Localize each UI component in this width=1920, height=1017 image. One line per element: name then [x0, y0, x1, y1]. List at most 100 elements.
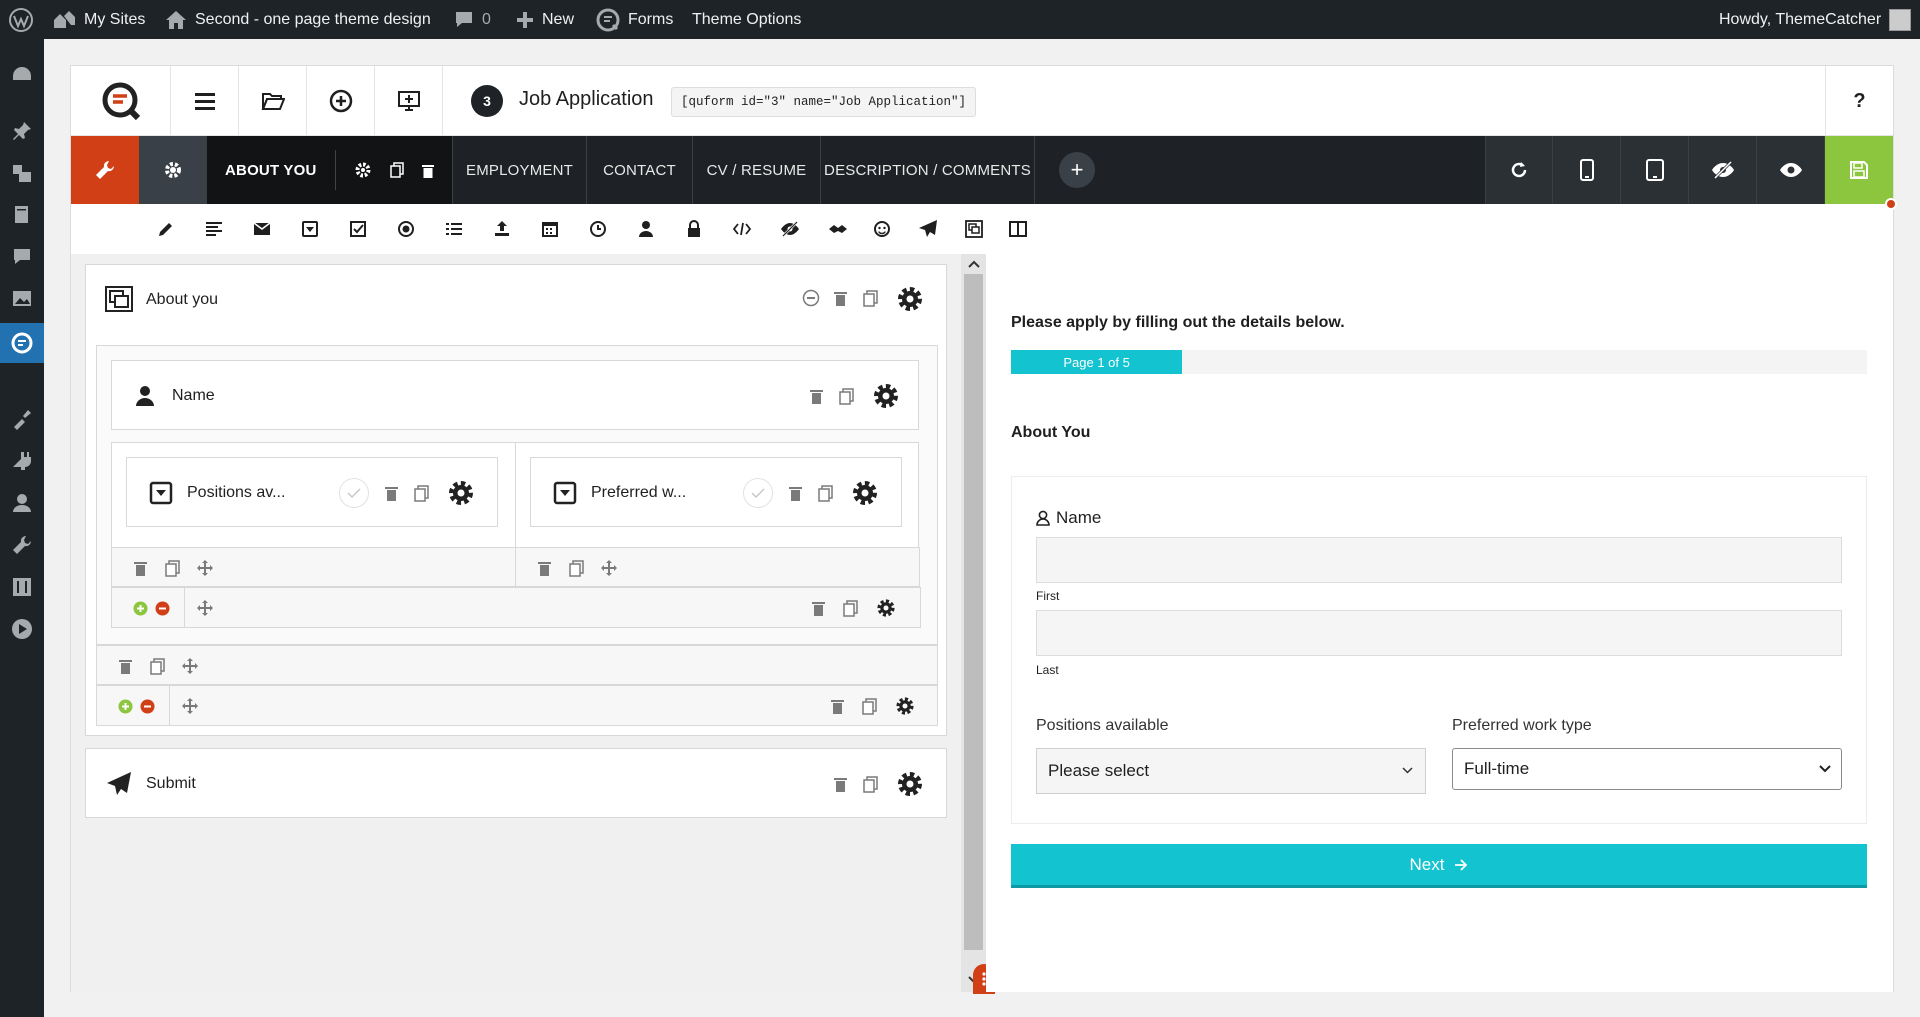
clock-icon[interactable]: [587, 218, 609, 240]
users-icon[interactable]: [0, 483, 44, 523]
tab-duplicate-icon[interactable]: [389, 162, 404, 178]
delete-icon[interactable]: [536, 559, 552, 577]
duplicate-icon[interactable]: [862, 775, 878, 793]
tools-icon[interactable]: [0, 525, 44, 565]
captcha-icon[interactable]: [827, 218, 849, 240]
settings-icon[interactable]: [0, 567, 44, 607]
save-icon[interactable]: [1825, 136, 1893, 204]
gear-icon[interactable]: [896, 770, 924, 798]
appearance-icon[interactable]: [0, 399, 44, 439]
group-icon[interactable]: [963, 218, 985, 240]
delete-icon[interactable]: [132, 559, 148, 577]
check-icon[interactable]: [743, 478, 773, 508]
duplicate-icon[interactable]: [413, 484, 429, 502]
first-name-input[interactable]: [1036, 537, 1842, 583]
user-icon[interactable]: [635, 218, 657, 240]
tab-about-you[interactable]: ABOUT YOU: [207, 136, 453, 204]
duplicate-icon[interactable]: [862, 289, 878, 307]
form-title[interactable]: Job Application: [519, 88, 654, 111]
theme-options-menu[interactable]: Theme Options: [692, 0, 801, 39]
tab-description-comments[interactable]: DESCRIPTION / COMMENTS: [821, 136, 1035, 204]
settings-gear-icon[interactable]: [139, 136, 207, 204]
paragraph-icon[interactable]: [203, 218, 225, 240]
delete-icon[interactable]: [810, 599, 826, 617]
select-icon[interactable]: [299, 218, 321, 240]
help-button[interactable]: ?: [1825, 66, 1893, 136]
tablet-icon[interactable]: [1621, 136, 1689, 204]
recaptcha-icon[interactable]: [871, 218, 893, 240]
duplicate-icon[interactable]: [842, 599, 858, 617]
shortcode-box[interactable]: [quform id="3" name="Job Application"]: [671, 87, 977, 117]
add-column-icon[interactable]: [117, 698, 133, 714]
eye-slash-icon[interactable]: [1689, 136, 1757, 204]
worktype-select[interactable]: Full-time: [1452, 748, 1842, 790]
add-page-button[interactable]: +: [1059, 152, 1095, 188]
tab-contact[interactable]: CONTACT: [587, 136, 693, 204]
wrench-icon[interactable]: [71, 136, 139, 204]
pin-icon[interactable]: [0, 111, 44, 151]
tab-delete-icon[interactable]: [421, 163, 434, 178]
dashboard-icon[interactable]: [0, 55, 44, 95]
remove-column-icon[interactable]: [154, 600, 170, 616]
columns-icon[interactable]: [1007, 218, 1029, 240]
move-icon[interactable]: [196, 599, 214, 617]
remove-column-icon[interactable]: [139, 698, 155, 714]
delete-icon[interactable]: [117, 657, 133, 675]
upload-icon[interactable]: [491, 218, 513, 240]
gear-icon[interactable]: [896, 285, 924, 313]
next-button[interactable]: Next: [1011, 844, 1867, 888]
hidden-icon[interactable]: [779, 218, 801, 240]
gear-icon[interactable]: [851, 479, 879, 507]
add-circle-icon[interactable]: [307, 66, 375, 136]
eye-icon[interactable]: [1757, 136, 1825, 204]
gallery-icon[interactable]: [0, 279, 44, 319]
tab-cv-resume[interactable]: CV / RESUME: [693, 136, 821, 204]
move-icon[interactable]: [196, 559, 214, 577]
duplicate-icon[interactable]: [817, 484, 833, 502]
scroll-up-icon[interactable]: [966, 256, 982, 272]
scroll-thumb[interactable]: [964, 274, 983, 950]
collapse-icon[interactable]: [802, 289, 820, 307]
my-sites-menu[interactable]: My Sites: [52, 0, 145, 39]
check-icon[interactable]: [339, 478, 369, 508]
radio-icon[interactable]: [395, 218, 417, 240]
field-preferred-work[interactable]: Preferred w...: [530, 457, 902, 527]
refresh-icon[interactable]: [1485, 136, 1553, 204]
scrollbar[interactable]: [961, 254, 986, 992]
delete-icon[interactable]: [832, 289, 848, 307]
positions-select[interactable]: Please select: [1036, 748, 1426, 794]
delete-icon[interactable]: [832, 775, 848, 793]
list-icon[interactable]: [443, 218, 465, 240]
move-icon[interactable]: [181, 697, 199, 715]
lock-icon[interactable]: [683, 218, 705, 240]
play-icon[interactable]: [0, 609, 44, 649]
pages-icon[interactable]: [0, 195, 44, 235]
quform-menu-icon[interactable]: [0, 323, 44, 363]
duplicate-icon[interactable]: [838, 387, 854, 405]
field-submit[interactable]: Submit: [85, 748, 947, 818]
plugins-icon[interactable]: [0, 441, 44, 481]
duplicate-icon[interactable]: [861, 697, 877, 715]
account-menu[interactable]: Howdy, ThemeCatcher: [1719, 0, 1912, 39]
gear-icon[interactable]: [895, 696, 915, 716]
delete-icon[interactable]: [829, 697, 845, 715]
add-column-icon[interactable]: [132, 600, 148, 616]
duplicate-icon[interactable]: [568, 559, 584, 577]
forms-menu[interactable]: Forms: [596, 0, 673, 39]
comments-menu[interactable]: 0: [454, 0, 491, 39]
submit-icon[interactable]: [917, 218, 939, 240]
gear-icon[interactable]: [872, 382, 900, 410]
wordpress-logo-icon[interactable]: [9, 0, 33, 39]
folder-open-icon[interactable]: [239, 66, 307, 136]
checkbox-icon[interactable]: [347, 218, 369, 240]
field-positions[interactable]: Positions av...: [126, 457, 498, 527]
site-name-menu[interactable]: Second - one page theme design: [165, 0, 431, 39]
delete-icon[interactable]: [383, 484, 399, 502]
last-name-input[interactable]: [1036, 610, 1842, 656]
comments-icon[interactable]: [0, 237, 44, 277]
calendar-icon[interactable]: [539, 218, 561, 240]
duplicate-icon[interactable]: [149, 657, 165, 675]
gear-icon[interactable]: [447, 479, 475, 507]
field-name[interactable]: Name: [111, 360, 919, 430]
delete-icon[interactable]: [808, 387, 824, 405]
